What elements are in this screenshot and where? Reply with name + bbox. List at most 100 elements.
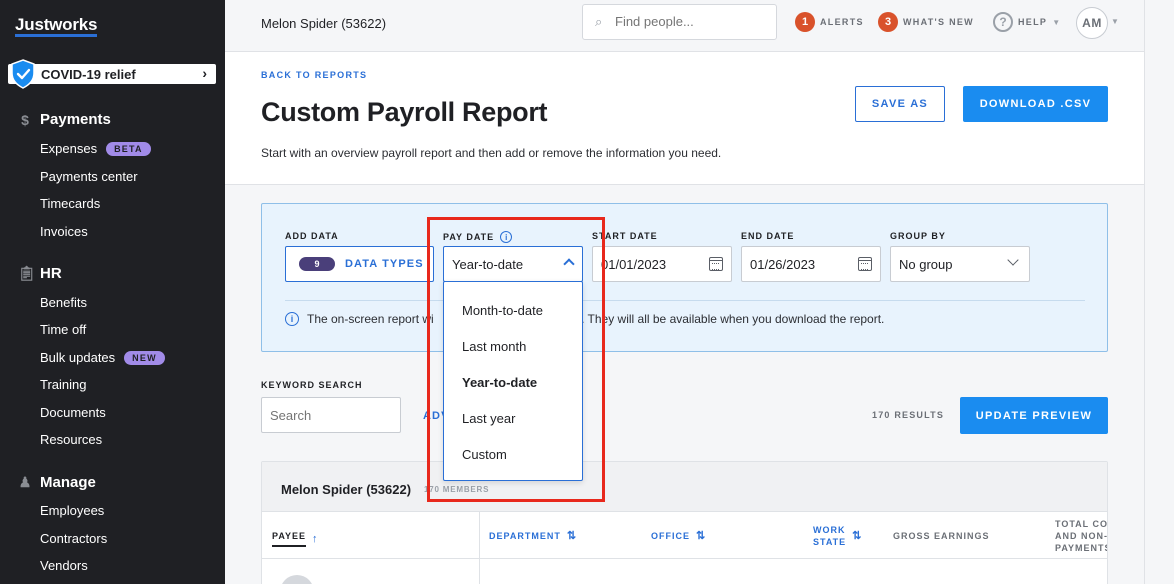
people-icon: ♟︎ xyxy=(18,474,32,490)
sidebar-item-label: Resources xyxy=(40,432,103,447)
data-types-button[interactable]: 9 DATA TYPES xyxy=(285,246,434,282)
work-label: WORK xyxy=(813,525,846,535)
caret-down-icon: ▼ xyxy=(1052,17,1062,27)
section-manage-title: Manage xyxy=(40,474,96,491)
column-header-label: TOTAL CO AND NON- PAYMENTS xyxy=(1055,518,1108,554)
save-as-button[interactable]: SAVE AS xyxy=(855,86,945,122)
update-preview-button[interactable]: UPDATE PREVIEW xyxy=(960,397,1108,434)
chevron-right-icon: › xyxy=(202,65,207,81)
calendar-icon[interactable] xyxy=(709,257,723,271)
covid-relief-banner[interactable]: COVID-19 relief › xyxy=(8,59,216,89)
sidebar-item-time-off[interactable]: Time off xyxy=(40,322,86,337)
keyword-search-input[interactable] xyxy=(261,397,401,433)
justworks-logo[interactable]: Justworks xyxy=(15,16,97,37)
highlight-annotation xyxy=(427,217,605,502)
column-header-label: OFFICE xyxy=(651,531,690,541)
section-payments-title: Payments xyxy=(40,111,111,128)
shield-check-icon xyxy=(11,59,35,89)
sidebar-item-label: Bulk updates xyxy=(40,350,116,365)
find-people-search[interactable]: ⌕ xyxy=(582,4,777,40)
sidebar-item-label: Documents xyxy=(40,405,106,420)
page-header: BACK TO REPORTS Custom Payroll Report St… xyxy=(225,52,1144,185)
sidebar-item-timecards[interactable]: Timecards xyxy=(40,196,100,211)
sidebar-item-vendors[interactable]: Vendors xyxy=(40,558,88,573)
alerts-count-badge: 1 xyxy=(795,12,815,32)
sidebar: Justworks COVID-19 relief › $ Payments E… xyxy=(0,0,225,584)
sidebar-item-payments-center[interactable]: Payments center xyxy=(40,169,138,184)
section-hr-title: HR xyxy=(40,265,62,282)
state-label: STATE xyxy=(813,537,847,547)
table-group-header: Melon Spider (53622) 170 MEMBERS xyxy=(262,462,1107,512)
results-count: 170 RESULTS xyxy=(872,410,945,420)
sidebar-item-label: Payments center xyxy=(40,169,138,184)
divider xyxy=(285,300,1085,301)
end-date-field[interactable]: 01/26/2023 xyxy=(741,246,881,282)
column-header-label: DEPARTMENT xyxy=(489,531,561,541)
group-by-label: GROUP BY xyxy=(890,231,946,241)
total-line-3: PAYMENTS xyxy=(1055,543,1108,553)
total-line-2: AND NON- xyxy=(1055,531,1108,541)
sidebar-item-resources[interactable]: Resources xyxy=(40,432,102,447)
report-table: Melon Spider (53622) 170 MEMBERS PAYEE ↑… xyxy=(261,461,1108,584)
clipboard-icon: 📋︎ xyxy=(18,265,36,281)
whats-new-link[interactable]: 3 WHAT'S NEW xyxy=(878,12,974,32)
covid-relief-label: COVID-19 relief xyxy=(41,67,136,82)
sort-icon: ⇅ xyxy=(852,530,862,542)
add-data-label: ADD DATA xyxy=(285,231,339,241)
start-date-field[interactable]: 01/01/2023 xyxy=(592,246,732,282)
sidebar-item-bulk-updates[interactable]: Bulk updates NEW xyxy=(40,350,165,365)
end-date-label: END DATE xyxy=(741,231,795,241)
beta-badge: BETA xyxy=(106,141,151,156)
section-hr[interactable]: 📋︎ HR xyxy=(18,265,62,282)
sidebar-item-contractors[interactable]: Contractors xyxy=(40,531,107,546)
back-to-reports-link[interactable]: BACK TO REPORTS xyxy=(261,70,367,80)
section-manage[interactable]: ♟︎ Manage xyxy=(18,474,96,491)
column-header-work-state[interactable]: WORK STATE ⇅ xyxy=(813,524,861,548)
group-name: Melon Spider (53622) xyxy=(281,482,412,497)
column-header-department[interactable]: DEPARTMENT ⇅ xyxy=(489,530,576,542)
column-header-total[interactable]: TOTAL CO AND NON- PAYMENTS xyxy=(1055,518,1108,554)
sidebar-item-employees[interactable]: Employees xyxy=(40,503,104,518)
whats-new-label: WHAT'S NEW xyxy=(903,17,974,27)
company-name: Melon Spider (53622) xyxy=(261,16,387,31)
user-avatar[interactable]: AM xyxy=(1076,7,1108,39)
top-bar: Melon Spider (53622) ⌕ 1 ALERTS 3 WHAT'S… xyxy=(225,0,1144,52)
help-menu[interactable]: ? HELP ▼ xyxy=(993,12,1061,32)
sidebar-item-expenses[interactable]: Expenses BETA xyxy=(40,141,151,156)
sidebar-item-label: Employees xyxy=(40,503,105,518)
avatar xyxy=(280,575,314,584)
total-line-1: TOTAL CO xyxy=(1055,519,1108,529)
column-header-payee[interactable]: PAYEE ↑ xyxy=(272,530,318,547)
calendar-icon[interactable] xyxy=(858,257,872,271)
help-label: HELP xyxy=(1018,17,1048,27)
data-types-count: 9 xyxy=(299,257,335,271)
report-body: ADD DATA 9 DATA TYPES PAY DATE i Year-to… xyxy=(225,186,1144,584)
sidebar-item-benefits[interactable]: Benefits xyxy=(40,295,87,310)
sort-icon: ⇅ xyxy=(696,530,706,542)
caret-down-icon[interactable]: ▼ xyxy=(1111,17,1119,26)
data-types-label: DATA TYPES xyxy=(345,258,424,270)
group-by-select[interactable]: No group xyxy=(890,246,1030,282)
help-icon: ? xyxy=(993,12,1013,32)
download-csv-button[interactable]: DOWNLOAD .CSV xyxy=(963,86,1108,122)
sidebar-item-training[interactable]: Training xyxy=(40,377,86,392)
sidebar-item-label: Vendors xyxy=(40,558,88,573)
sidebar-item-invoices[interactable]: Invoices xyxy=(40,224,88,239)
page-subtitle: Start with an overview payroll report an… xyxy=(261,146,722,160)
column-separator xyxy=(479,512,480,584)
alerts-link[interactable]: 1 ALERTS xyxy=(795,12,864,32)
right-gutter xyxy=(1144,0,1174,584)
sidebar-item-label: Benefits xyxy=(40,295,87,310)
find-people-input[interactable] xyxy=(615,14,765,29)
notice-text-start: The on-screen report wi xyxy=(307,312,434,326)
filter-panel: ADD DATA 9 DATA TYPES PAY DATE i Year-to… xyxy=(261,203,1108,352)
sidebar-item-documents[interactable]: Documents xyxy=(40,405,106,420)
sidebar-item-label: Training xyxy=(40,377,87,392)
column-header-office[interactable]: OFFICE ⇅ xyxy=(651,530,705,542)
end-date-value: 01/26/2023 xyxy=(750,257,816,272)
column-header-label: PAYEE xyxy=(272,530,307,547)
column-header-gross-earnings[interactable]: GROSS EARNINGS xyxy=(893,530,990,542)
sort-ascending-icon: ↑ xyxy=(312,532,318,545)
section-payments[interactable]: $ Payments xyxy=(18,111,111,128)
start-date-value: 01/01/2023 xyxy=(601,257,667,272)
